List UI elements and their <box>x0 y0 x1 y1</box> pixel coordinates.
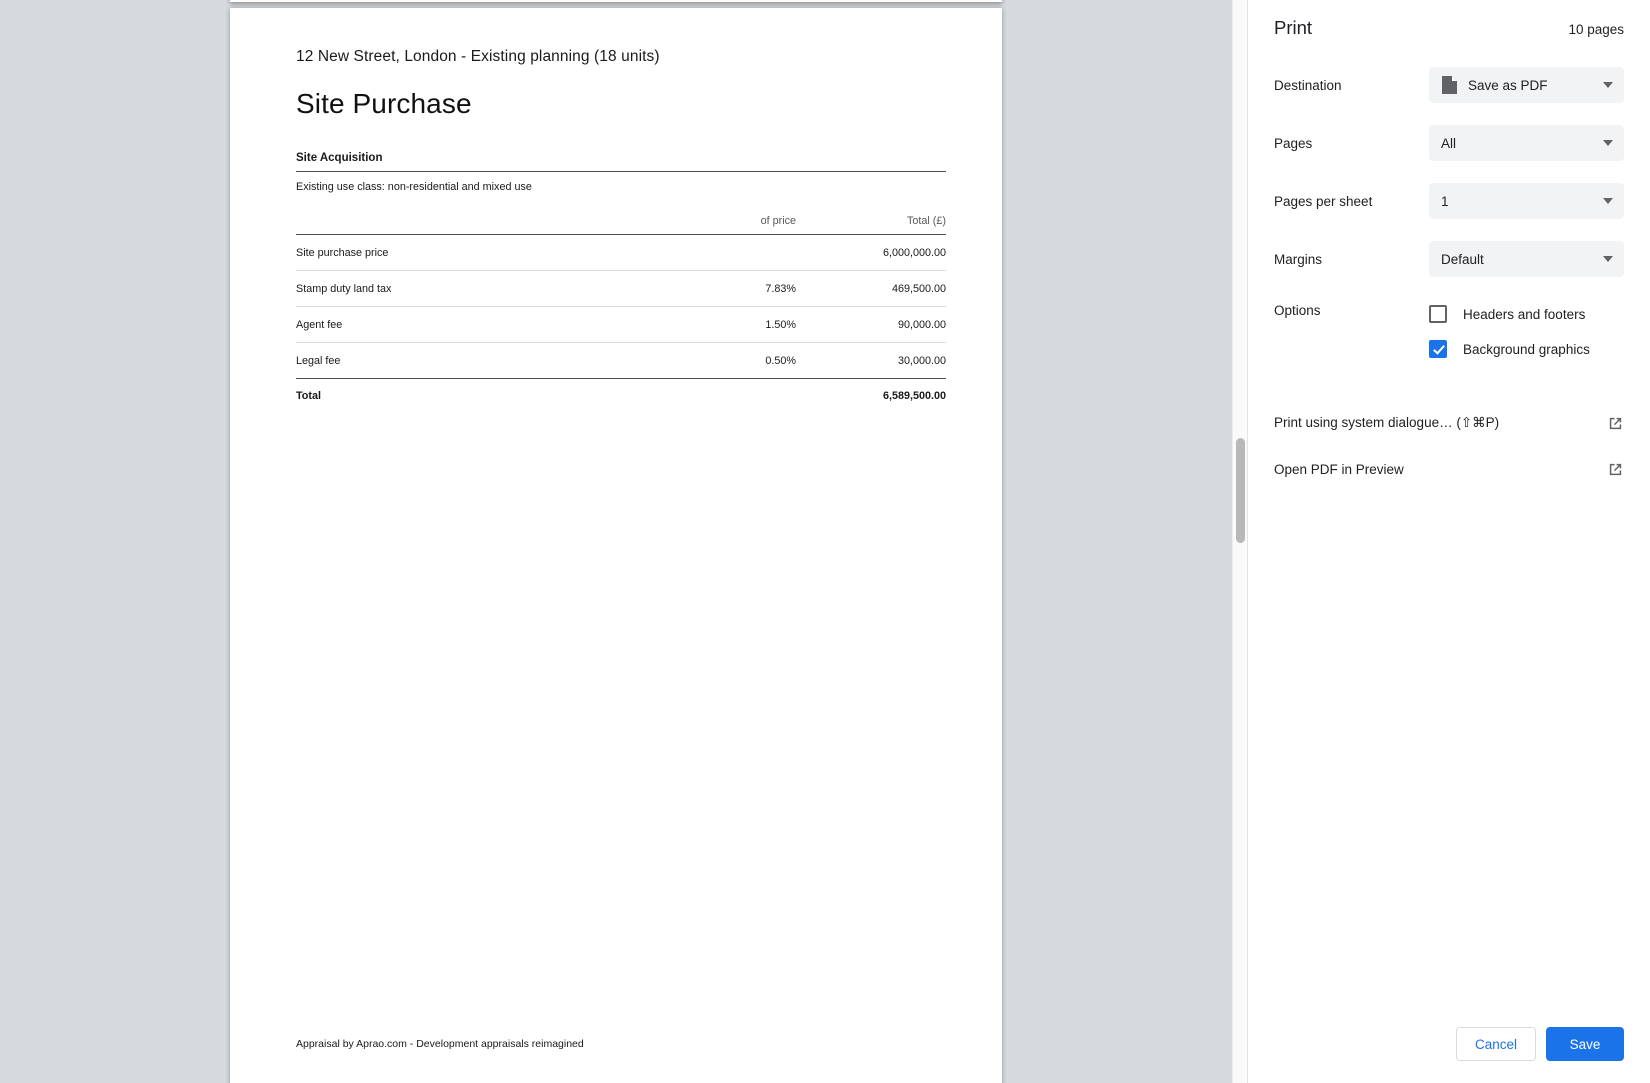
table-foot: Total 6,589,500.00 <box>296 378 946 403</box>
print-panel-title: Print <box>1274 17 1313 38</box>
margins-value: Default <box>1441 251 1484 267</box>
column-header-total: Total (£) <box>906 215 946 227</box>
print-settings-panel: Print 10 pages Destination Save as PDF P… <box>1247 0 1650 1083</box>
print-preview-pane[interactable]: 12 New Street, London - Existing plannin… <box>0 0 1247 1083</box>
external-link-icon <box>1607 461 1624 478</box>
pages-label: Pages <box>1274 135 1313 151</box>
page-count-label: 10 pages <box>1568 22 1624 37</box>
pages-value: All <box>1441 135 1457 151</box>
margins-select[interactable]: Default <box>1429 241 1624 277</box>
row-percent <box>646 234 796 271</box>
pages-select[interactable]: All <box>1429 125 1624 161</box>
print-panel-header: Print 10 pages <box>1274 0 1624 59</box>
destination-label: Destination <box>1274 77 1342 93</box>
table-head: of price Total (£) <box>296 215 946 235</box>
row-label: Legal fee <box>296 355 341 367</box>
print-using-system-dialogue-link[interactable]: Print using system dialogue… (⇧⌘P) <box>1274 400 1624 446</box>
row-percent: 7.83% <box>646 270 796 307</box>
column-header-percent: of price <box>760 215 796 227</box>
pages-per-sheet-control: 1 <box>1429 183 1624 219</box>
margins-control: Default <box>1429 241 1624 277</box>
pages-control: All <box>1429 125 1624 161</box>
options-row: Options Headers and footers Background g… <box>1274 291 1624 358</box>
chevron-down-icon <box>1603 140 1613 146</box>
print-preview-screen: 12 New Street, London - Existing plannin… <box>0 0 1650 1083</box>
destination-value: Save as PDF <box>1468 77 1548 93</box>
background-graphics-checkbox[interactable] <box>1429 340 1447 358</box>
chevron-down-icon <box>1603 198 1613 204</box>
margins-row: Margins Default <box>1274 233 1624 285</box>
preview-scrollbar-thumb[interactable] <box>1236 438 1245 543</box>
page-stack: 12 New Street, London - Existing plannin… <box>0 0 1247 1083</box>
document-title: Site Purchase <box>296 88 472 119</box>
row-percent: 1.50% <box>646 306 796 343</box>
row-label: Stamp duty land tax <box>296 270 646 307</box>
row-total: 469,500.00 <box>796 270 946 307</box>
margins-label: Margins <box>1274 251 1323 267</box>
open-pdf-in-preview-link[interactable]: Open PDF in Preview <box>1274 446 1624 492</box>
headers-and-footers-checkbox-row[interactable]: Headers and footers <box>1429 305 1624 323</box>
external-link-icon <box>1607 415 1624 432</box>
preview-scrollbar[interactable] <box>1232 0 1247 1083</box>
print-panel-footer: Cancel Save <box>1455 1027 1624 1061</box>
print-panel-links: Print using system dialogue… (⇧⌘P) Open … <box>1274 400 1624 492</box>
options-control: Headers and footers Background graphics <box>1429 303 1624 358</box>
print-using-system-dialogue-label: Print using system dialogue… (⇧⌘P) <box>1274 415 1500 430</box>
table-total-row: Total 6,589,500.00 <box>296 378 946 403</box>
table-row: Legal fee 0.50% 30,000.00 <box>296 343 946 379</box>
background-graphics-label: Background graphics <box>1463 341 1590 357</box>
row-total: 30,000.00 <box>897 355 946 367</box>
row-total: 6,000,000.00 <box>796 234 946 271</box>
headers-and-footers-label: Headers and footers <box>1463 306 1586 322</box>
row-percent: 0.50% <box>765 355 796 367</box>
document-breadcrumb: 12 New Street, London - Existing plannin… <box>296 48 660 65</box>
row-total: 90,000.00 <box>796 306 946 343</box>
cancel-button[interactable]: Cancel <box>1455 1027 1536 1061</box>
document-page: 12 New Street, London - Existing plannin… <box>230 8 1002 1083</box>
use-class-note: Existing use class: non-residential and … <box>296 181 532 193</box>
destination-select[interactable]: Save as PDF <box>1429 67 1624 103</box>
column-header-item <box>296 215 646 235</box>
chevron-down-icon <box>1603 82 1613 88</box>
document-content: 12 New Street, London - Existing plannin… <box>296 48 946 1083</box>
destination-control: Save as PDF <box>1429 67 1624 103</box>
row-label: Site purchase price <box>296 234 646 271</box>
site-acquisition-table: of price Total (£) Site purchase price 6… <box>296 215 946 402</box>
total-label: Total <box>296 390 321 402</box>
headers-and-footers-checkbox[interactable] <box>1429 305 1447 323</box>
background-graphics-checkbox-row[interactable]: Background graphics <box>1429 340 1624 358</box>
table-header-row: of price Total (£) <box>296 215 946 235</box>
table-row: Agent fee 1.50% 90,000.00 <box>296 306 946 343</box>
pages-per-sheet-label: Pages per sheet <box>1274 193 1373 209</box>
pages-per-sheet-row: Pages per sheet 1 <box>1274 175 1624 227</box>
save-button[interactable]: Save <box>1546 1027 1624 1061</box>
table-body: Site purchase price 6,000,000.00 Stamp d… <box>296 234 946 379</box>
open-pdf-in-preview-label: Open PDF in Preview <box>1274 461 1404 477</box>
section-heading: Site Acquisition <box>296 152 383 164</box>
pages-per-sheet-select[interactable]: 1 <box>1429 183 1624 219</box>
row-label: Agent fee <box>296 306 646 343</box>
document-footer-note: Appraisal by Aprao.com - Development app… <box>296 1038 584 1050</box>
table-row: Site purchase price 6,000,000.00 <box>296 234 946 271</box>
table-row: Stamp duty land tax 7.83% 469,500.00 <box>296 270 946 307</box>
pdf-document-icon <box>1441 75 1458 95</box>
chevron-down-icon <box>1603 256 1613 262</box>
options-label: Options <box>1274 303 1321 318</box>
pages-row: Pages All <box>1274 117 1624 169</box>
previous-page-sliver <box>230 0 1002 2</box>
total-value: 6,589,500.00 <box>882 390 946 402</box>
pages-per-sheet-value: 1 <box>1441 193 1449 209</box>
destination-row: Destination Save as PDF <box>1274 59 1624 111</box>
options-checkbox-list: Headers and footers Background graphics <box>1429 303 1624 358</box>
total-percent <box>646 379 796 403</box>
